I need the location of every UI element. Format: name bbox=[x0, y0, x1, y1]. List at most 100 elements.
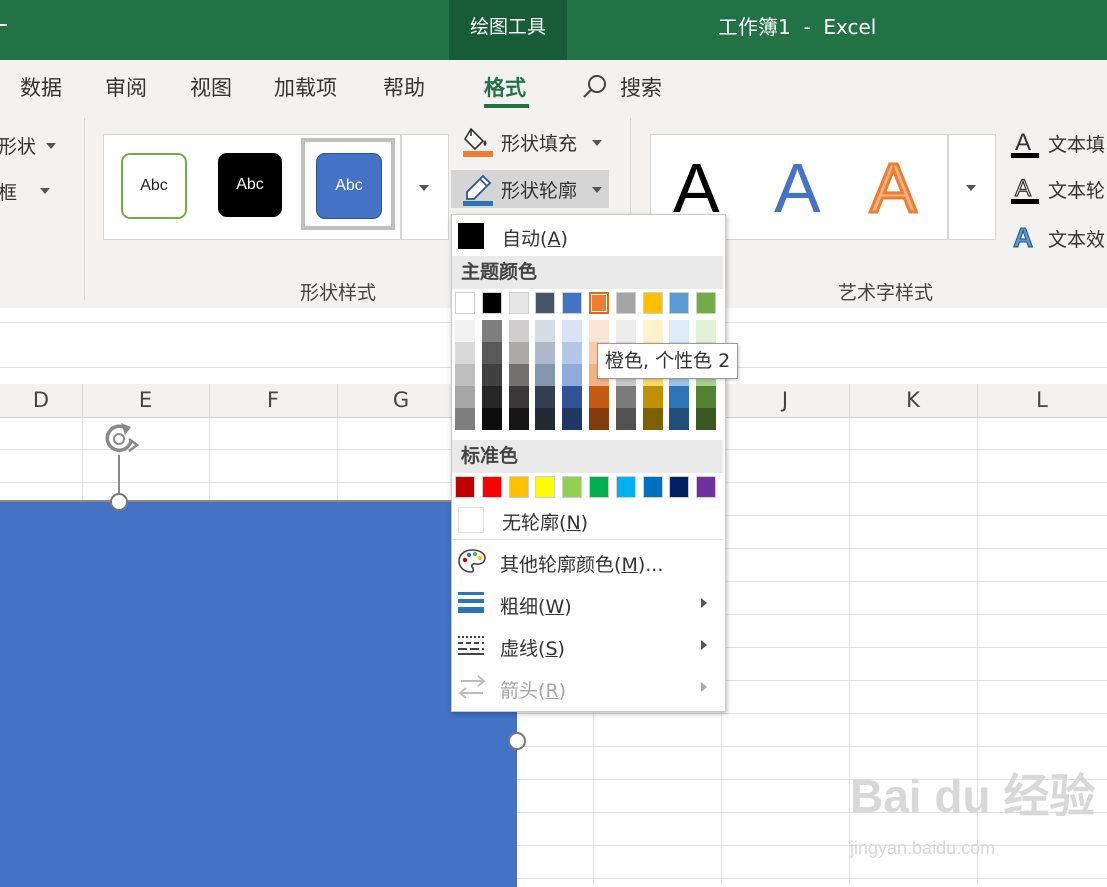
dashes-item[interactable]: 虚线(S) bbox=[500, 634, 565, 661]
theme-color-swatch[interactable] bbox=[455, 292, 475, 314]
theme-color-shade-swatch[interactable] bbox=[615, 320, 636, 342]
theme-color-shade-swatch[interactable] bbox=[535, 408, 556, 430]
theme-color-shade-swatch[interactable] bbox=[455, 386, 475, 408]
theme-color-shade-swatch[interactable] bbox=[481, 342, 502, 364]
theme-color-shade-swatch[interactable] bbox=[642, 386, 663, 408]
theme-color-shade-swatch[interactable] bbox=[669, 320, 690, 342]
column-header-g[interactable]: G bbox=[337, 384, 466, 417]
theme-color-shade-swatch[interactable] bbox=[589, 408, 609, 430]
quick-access-menu-icon[interactable] bbox=[0, 24, 7, 29]
standard-color-swatch[interactable] bbox=[562, 476, 583, 498]
theme-color-shade-swatch[interactable] bbox=[696, 386, 717, 408]
wordart-style-blue[interactable]: A bbox=[774, 150, 821, 226]
shape-outline-label: 形状轮廓 bbox=[501, 180, 578, 202]
text-box-button[interactable]: 框 bbox=[0, 178, 17, 205]
auto-color-item[interactable]: 自动(A) bbox=[502, 224, 568, 251]
column-header-l[interactable]: L bbox=[977, 384, 1107, 417]
theme-color-swatch[interactable] bbox=[589, 292, 609, 314]
svg-text:A: A bbox=[1015, 175, 1031, 202]
theme-color-shade-swatch[interactable] bbox=[562, 386, 583, 408]
standard-color-swatch[interactable] bbox=[508, 476, 529, 498]
column-header-e[interactable]: E bbox=[82, 384, 210, 417]
theme-color-swatch[interactable] bbox=[642, 292, 663, 314]
standard-color-swatch[interactable] bbox=[615, 476, 636, 498]
text-fill-button[interactable]: 文本填 bbox=[1048, 130, 1105, 157]
weight-item[interactable]: 粗细(W) bbox=[500, 592, 572, 619]
baidu-watermark-logo: Bai du 经验 bbox=[850, 770, 1096, 822]
theme-color-shade-swatch[interactable] bbox=[615, 386, 636, 408]
theme-color-shade-swatch[interactable] bbox=[642, 408, 663, 430]
theme-color-shade-swatch[interactable] bbox=[535, 364, 556, 386]
tab-help[interactable]: 帮助 bbox=[383, 72, 425, 102]
theme-color-shade-swatch[interactable] bbox=[562, 342, 583, 364]
standard-color-swatch[interactable] bbox=[642, 476, 663, 498]
theme-color-shade-swatch[interactable] bbox=[535, 342, 556, 364]
theme-color-shade-swatch[interactable] bbox=[455, 408, 475, 430]
theme-color-shade-swatch[interactable] bbox=[669, 408, 690, 430]
theme-color-shade-swatch[interactable] bbox=[535, 320, 556, 342]
theme-color-swatch[interactable] bbox=[535, 292, 556, 314]
theme-color-shade-swatch[interactable] bbox=[535, 386, 556, 408]
column-header-j[interactable]: J bbox=[721, 384, 850, 417]
right-resize-handle[interactable] bbox=[508, 732, 526, 750]
theme-color-shade-swatch[interactable] bbox=[615, 408, 636, 430]
tab-addins[interactable]: 加载项 bbox=[274, 72, 337, 102]
theme-color-shade-swatch[interactable] bbox=[562, 320, 583, 342]
theme-color-shade-swatch[interactable] bbox=[508, 386, 529, 408]
theme-color-shade-swatch[interactable] bbox=[696, 408, 717, 430]
standard-color-swatch[interactable] bbox=[669, 476, 690, 498]
shape-fill-button[interactable]: 形状填充 bbox=[501, 129, 577, 156]
theme-color-shade-swatch[interactable] bbox=[589, 386, 609, 408]
theme-color-shade-swatch[interactable] bbox=[669, 386, 690, 408]
text-effects-button[interactable]: 文本效 bbox=[1048, 225, 1105, 252]
theme-color-shade-swatch[interactable] bbox=[455, 320, 475, 342]
more-outline-colors-item[interactable]: 其他轮廓颜色(M)... bbox=[500, 550, 663, 577]
tab-search[interactable]: 搜索 bbox=[620, 72, 662, 102]
standard-color-swatch[interactable] bbox=[589, 476, 609, 498]
column-header-f[interactable]: F bbox=[209, 384, 338, 417]
tab-format[interactable]: 格式 bbox=[484, 72, 526, 102]
theme-color-shade-swatch[interactable] bbox=[589, 320, 609, 342]
shape-style-white-green[interactable]: Abc bbox=[121, 153, 187, 219]
theme-color-shade-swatch[interactable] bbox=[696, 320, 717, 342]
standard-color-swatch[interactable] bbox=[455, 476, 475, 498]
theme-color-shade-swatch[interactable] bbox=[508, 342, 529, 364]
rotate-handle-icon[interactable] bbox=[101, 421, 141, 463]
column-header-d[interactable]: D bbox=[0, 384, 83, 417]
wordart-style-orange-outline[interactable]: A bbox=[869, 149, 919, 228]
shape-style-black[interactable]: Abc bbox=[218, 153, 282, 217]
no-outline-item[interactable]: 无轮廓(N) bbox=[502, 508, 588, 535]
shape-style-blue[interactable]: Abc bbox=[316, 153, 382, 219]
text-outline-button[interactable]: 文本轮 bbox=[1048, 176, 1105, 203]
theme-color-shade-swatch[interactable] bbox=[508, 320, 529, 342]
theme-color-shade-swatch[interactable] bbox=[481, 386, 502, 408]
selected-rectangle-shape[interactable] bbox=[0, 500, 517, 887]
theme-color-shade-swatch[interactable] bbox=[481, 320, 502, 342]
theme-color-shade-swatch[interactable] bbox=[508, 408, 529, 430]
theme-color-shade-swatch[interactable] bbox=[481, 364, 502, 386]
theme-color-shade-swatch[interactable] bbox=[455, 364, 475, 386]
theme-color-swatch[interactable] bbox=[696, 292, 717, 314]
standard-color-swatch[interactable] bbox=[481, 476, 502, 498]
theme-color-swatch[interactable] bbox=[481, 292, 502, 314]
text-fill-icon: A bbox=[1011, 128, 1041, 164]
tab-review[interactable]: 审阅 bbox=[105, 72, 147, 102]
search-icon[interactable] bbox=[582, 74, 608, 104]
standard-color-swatch[interactable] bbox=[696, 476, 717, 498]
theme-color-shade-swatch[interactable] bbox=[481, 408, 502, 430]
theme-color-swatch[interactable] bbox=[615, 292, 636, 314]
theme-color-shade-swatch[interactable] bbox=[455, 342, 475, 364]
theme-color-swatch[interactable] bbox=[508, 292, 529, 314]
standard-color-swatch[interactable] bbox=[535, 476, 556, 498]
theme-color-shade-swatch[interactable] bbox=[642, 320, 663, 342]
theme-color-shade-swatch[interactable] bbox=[508, 364, 529, 386]
tab-view[interactable]: 视图 bbox=[190, 72, 232, 102]
theme-color-swatch[interactable] bbox=[562, 292, 583, 314]
column-header-k[interactable]: K bbox=[849, 384, 978, 417]
tab-data[interactable]: 数据 bbox=[20, 72, 62, 102]
theme-color-shade-swatch[interactable] bbox=[562, 364, 583, 386]
theme-color-swatch[interactable] bbox=[669, 292, 690, 314]
insert-shape-button[interactable]: 形状 bbox=[0, 132, 36, 159]
top-resize-handle[interactable] bbox=[110, 493, 128, 511]
theme-color-shade-swatch[interactable] bbox=[562, 408, 583, 430]
